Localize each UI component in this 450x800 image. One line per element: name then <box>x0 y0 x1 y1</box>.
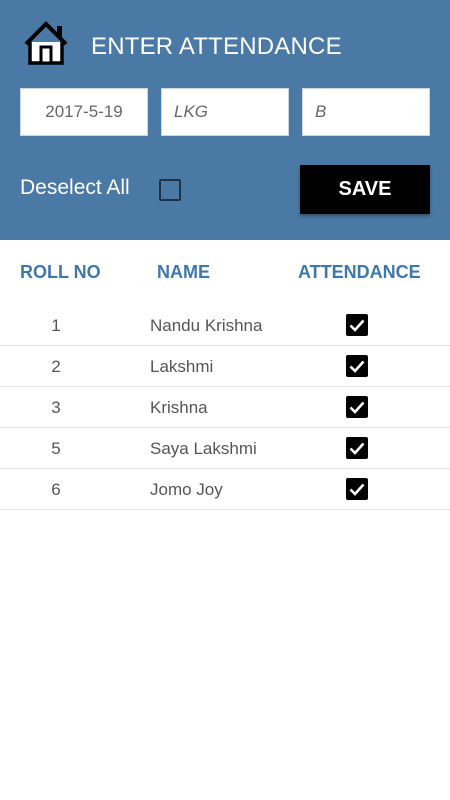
student-name: Krishna <box>150 398 208 417</box>
student-name: Lakshmi <box>150 357 214 376</box>
checkmark-icon <box>349 319 365 332</box>
roll-number: 5 <box>51 439 61 458</box>
table-row: 5 Saya Lakshmi <box>0 428 450 469</box>
checkmark-icon <box>349 360 365 373</box>
attendance-checkbox[interactable] <box>346 478 368 500</box>
division-field[interactable] <box>302 88 430 136</box>
column-header-roll: ROLL NO <box>20 262 101 282</box>
attendance-checkbox[interactable] <box>346 437 368 459</box>
deselect-all-checkbox[interactable] <box>159 179 181 201</box>
class-field[interactable] <box>161 88 289 136</box>
checkmark-icon <box>349 401 365 414</box>
deselect-all-label: Deselect All <box>20 176 130 199</box>
date-field[interactable] <box>20 88 148 136</box>
attendance-list: 1 Nandu Krishna 2 Lakshmi 3 Krishna 5 Sa… <box>0 305 450 510</box>
attendance-checkbox[interactable] <box>346 396 368 418</box>
column-header-name: NAME <box>157 262 210 282</box>
student-name: Nandu Krishna <box>150 316 263 335</box>
roll-number: 3 <box>51 398 61 417</box>
roll-number: 2 <box>51 357 61 376</box>
column-header-attendance: ATTENDANCE <box>298 262 421 282</box>
header-bar: ENTER ATTENDANCE Deselect All SAVE <box>0 0 450 240</box>
table-row: 1 Nandu Krishna <box>0 305 450 346</box>
student-name: Saya Lakshmi <box>150 439 257 458</box>
home-icon[interactable] <box>20 20 72 66</box>
table-row: 3 Krishna <box>0 387 450 428</box>
table-row: 2 Lakshmi <box>0 346 450 387</box>
attendance-checkbox[interactable] <box>346 314 368 336</box>
attendance-screen: ENTER ATTENDANCE Deselect All SAVE ROLL … <box>0 0 450 800</box>
checkmark-icon <box>349 483 365 496</box>
page-title: ENTER ATTENDANCE <box>91 33 342 60</box>
roll-number: 6 <box>51 480 61 499</box>
table-row: 6 Jomo Joy <box>0 469 450 510</box>
save-button[interactable]: SAVE <box>300 165 430 214</box>
checkmark-icon <box>349 442 365 455</box>
attendance-checkbox[interactable] <box>346 355 368 377</box>
roll-number: 1 <box>51 316 61 335</box>
student-name: Jomo Joy <box>150 480 223 499</box>
